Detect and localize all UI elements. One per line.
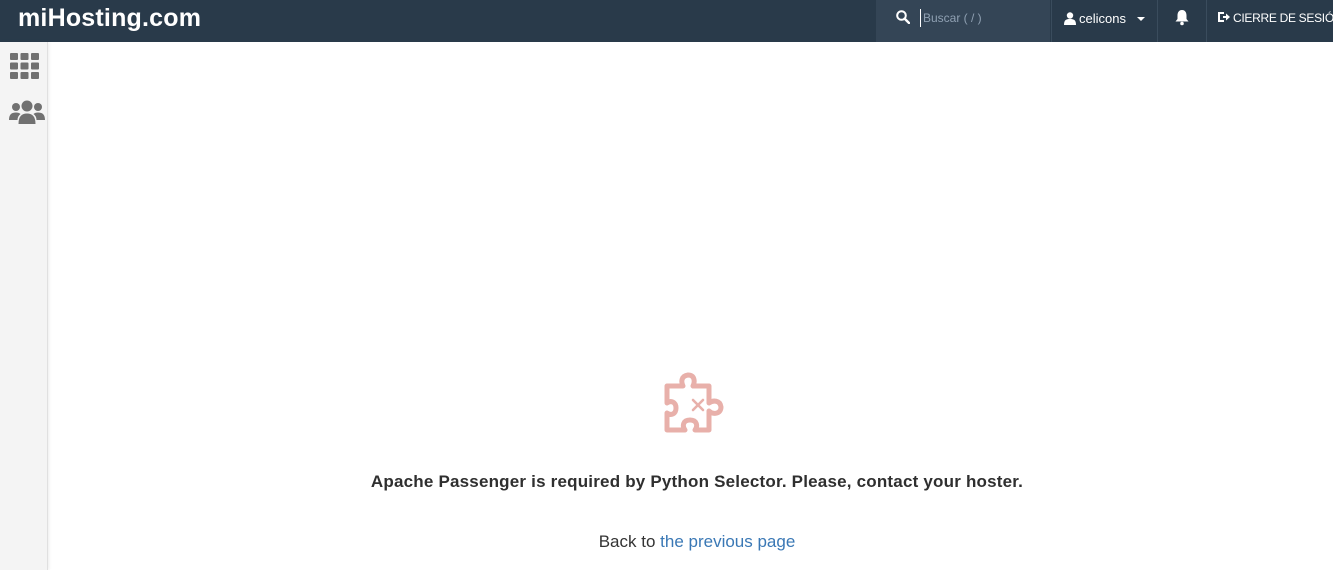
logout-icon (1218, 12, 1230, 22)
logout-label: CIERRE DE SESIÓN (1233, 11, 1333, 25)
top-navbar: miHosting.com celicons CIERRE DE SESIÓN (0, 0, 1333, 42)
previous-page-link[interactable]: the previous page (660, 532, 795, 551)
logout-button[interactable]: CIERRE DE SESIÓN (1206, 0, 1333, 42)
sidebar-item-users[interactable] (0, 94, 48, 138)
search-icon (896, 10, 910, 24)
error-message: Apache Passenger is required by Python S… (370, 472, 1024, 491)
back-line: Back to the previous page (49, 532, 1333, 552)
user-menu[interactable]: celicons (1051, 0, 1156, 42)
username-label: celicons (1079, 11, 1126, 26)
notifications-button[interactable] (1157, 0, 1205, 42)
sidebar-item-apps[interactable] (0, 46, 48, 90)
users-icon (9, 100, 45, 124)
back-prefix: Back to (598, 532, 656, 551)
broken-puzzle-icon (664, 372, 724, 433)
main-content: Apache Passenger is required by Python S… (49, 42, 1333, 570)
brand-logo[interactable]: miHosting.com (18, 4, 201, 33)
sidebar (0, 42, 48, 570)
search-box (876, 0, 1050, 42)
user-icon (1064, 12, 1076, 25)
bell-icon (1175, 10, 1189, 26)
apps-grid-icon (10, 53, 39, 79)
chevron-down-icon (1137, 17, 1145, 21)
search-input[interactable] (920, 9, 1040, 27)
